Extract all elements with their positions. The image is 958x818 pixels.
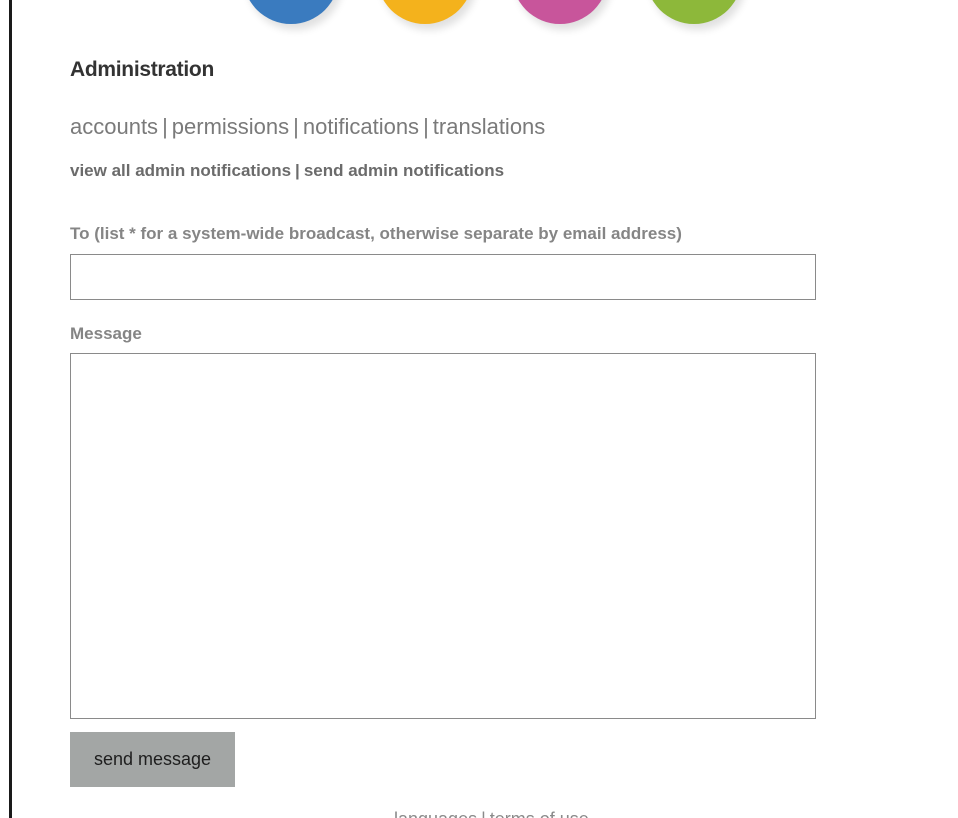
nav-separator: |: [162, 114, 168, 139]
nav-separator: |: [293, 114, 299, 139]
footer-separator: |: [477, 809, 490, 818]
nav-accounts-link[interactable]: accounts: [70, 114, 158, 139]
admin-main-nav: accounts | permissions | notifications | trans…: [70, 114, 545, 140]
message-textarea[interactable]: [70, 353, 816, 719]
view-admin-notifications-link[interactable]: view all admin notifications: [70, 161, 291, 180]
page: Administration accounts | permissions | noti…: [0, 0, 958, 818]
send-message-button[interactable]: send message: [70, 732, 235, 787]
nav-permissions-link[interactable]: permissions: [172, 114, 289, 139]
pink-circle-icon: [512, 0, 608, 24]
green-circle-icon: [646, 0, 742, 24]
footer-terms-link[interactable]: terms of use: [490, 809, 589, 818]
footer-languages-link[interactable]: languages: [394, 809, 477, 818]
to-field-label: To (list * for a system-wide broadcast, …: [70, 224, 682, 243]
nav-separator: |: [423, 114, 429, 139]
left-border: [9, 0, 12, 818]
footer-links: languages|terms of use: [394, 809, 589, 818]
send-admin-notifications-link[interactable]: send admin notifications: [304, 161, 504, 180]
header-decoration: [0, 0, 958, 40]
yellow-circle-icon: [377, 0, 473, 24]
message-field-label: Message: [70, 324, 142, 343]
page-title: Administration: [70, 58, 214, 81]
to-recipients-input[interactable]: [70, 254, 816, 300]
nav-notifications-link[interactable]: notifications: [303, 114, 419, 139]
nav-translations-link[interactable]: translations: [433, 114, 546, 139]
blue-circle-icon: [243, 0, 339, 24]
subnav-separator: |: [295, 161, 300, 180]
notifications-sub-nav: view all admin notifications | send admin …: [70, 161, 504, 181]
